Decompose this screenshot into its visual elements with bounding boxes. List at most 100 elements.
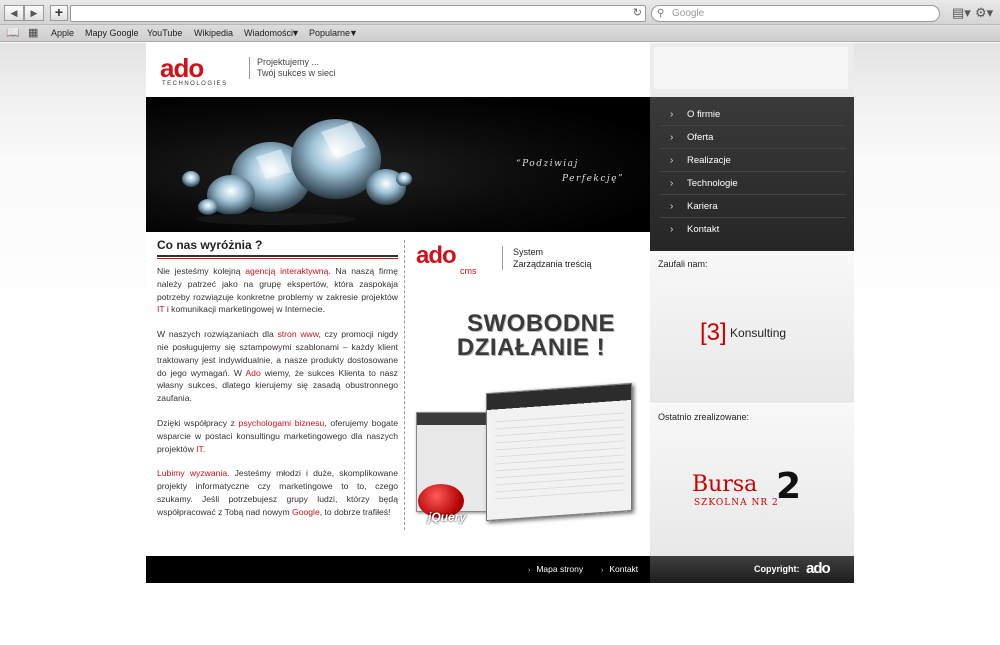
bookmarks-bar: 📖 ▦ Apple Mapy Google YouTube Wikipedia … (0, 25, 1000, 42)
copyright-label: Copyright: (754, 564, 800, 574)
footer-copyright: Copyright: ado (650, 556, 854, 583)
logo-text: ado (160, 53, 204, 83)
page-menu-icon[interactable]: ▤▾ (952, 5, 971, 21)
trusted-title: Zaufali nam: (658, 259, 708, 269)
bursa-logo[interactable]: Bursa SZKOLNA NR 2 2 (692, 466, 822, 522)
slogan-line-2: DZIAŁANIE ! (456, 334, 606, 361)
bookmark-youtube[interactable]: YouTube (147, 28, 182, 38)
jquery-label: jQuery (428, 510, 467, 524)
site-footer: › Mapa strony › Kontakt (146, 556, 650, 583)
bursa-subtitle: SZKOLNA NR 2 (694, 498, 779, 508)
footer-link-contact[interactable]: › Kontakt (601, 564, 638, 574)
paragraph-3: Dzięki współpracy z psychologami biznesu… (157, 417, 398, 454)
sidebar: Zaufali nam: [3] Konsulting Ostatnio zre… (650, 251, 854, 556)
header-right-box (654, 47, 848, 89)
konsulting-number: [3] (700, 319, 727, 346)
main-nav: › O firmie › Oferta › Realizacje › Technolog… (650, 97, 854, 251)
bookmark-wiadomosci[interactable]: Wiadomości (244, 28, 293, 38)
website: ado TECHNOLOGIES Projektujemy ... Twój s… (146, 43, 854, 583)
konsulting-name: Konsulting (730, 326, 787, 340)
diamonds-banner: “Podziwiaj Perfekcję” (146, 97, 650, 232)
about-column: Co nas wyróżnia ? Nie jesteśmy kolejną a… (157, 238, 398, 519)
chevron-right-icon: › (670, 109, 674, 120)
link-lubimy-wyzwania[interactable]: Lubimy wyzwania (157, 468, 227, 478)
banner-quote-line-2: Perfekcję” (562, 174, 625, 184)
trusted-section: Zaufali nam: [3] Konsulting (650, 251, 854, 403)
nav-label: O firmie (687, 109, 721, 120)
bookmark-mapy-google[interactable]: Mapy Google (85, 28, 139, 38)
nav-label: Kontakt (687, 224, 720, 235)
reload-icon[interactable]: ↻ (633, 6, 642, 21)
nav-label: Oferta (687, 132, 714, 143)
link-agencja[interactable]: agencją interaktywną (245, 266, 328, 276)
tagline-line-2: Twój sukces w sieci (257, 68, 336, 78)
footer-link-sitemap[interactable]: › Mapa strony (528, 564, 583, 574)
bookmark-apple[interactable]: Apple (51, 28, 74, 38)
nav-item-kariera[interactable]: › Kariera (660, 195, 846, 218)
column-divider (404, 240, 405, 530)
section-title: Co nas wyróżnia ? (157, 238, 398, 259)
bookmark-wikipedia[interactable]: Wikipedia (194, 28, 233, 38)
bookmark-popularne[interactable]: Popularne (309, 28, 350, 38)
bursa-name: Bursa (692, 472, 758, 497)
logo-subtitle: TECHNOLOGIES (162, 81, 228, 87)
back-button[interactable]: ◀ (4, 5, 24, 21)
link-ado[interactable]: Ado (245, 368, 260, 378)
banner-quote-line-1: “Podziwiaj (516, 159, 579, 169)
cms-system-label: System Zarządzania treścią (502, 246, 592, 270)
nav-label: Realizacje (687, 155, 731, 166)
recent-title: Ostatnio zrealizowane: (658, 412, 750, 422)
new-tab-button[interactable]: + (50, 5, 68, 21)
tagline-line-1: Projektujemy ... (257, 57, 320, 67)
paragraph-2: W naszych rozwiązaniach dla stron www, c… (157, 329, 398, 404)
header-right-panel (650, 43, 854, 97)
chevron-right-icon: › (670, 155, 674, 166)
link-it[interactable]: IT (196, 444, 203, 454)
address-bar[interactable]: ↻ (70, 5, 646, 22)
slogan-line-1: SWOBODNE (467, 310, 615, 337)
cms-screenshots: jQuery (416, 382, 636, 528)
screenshot-large (486, 382, 632, 522)
link-google[interactable]: Google (292, 507, 320, 517)
chevron-right-icon: › (670, 178, 674, 189)
grid-icon[interactable]: ▦ (28, 26, 38, 39)
gear-icon[interactable]: ⚙▾ (975, 5, 993, 21)
paragraph-4: Lubimy wyzwania. Jesteśmy młodzi i duże,… (157, 468, 398, 517)
forward-button[interactable]: ▶ (24, 5, 44, 21)
cms-logo-text: ado (416, 242, 457, 269)
konsulting-logo[interactable]: [3] Konsulting (700, 319, 786, 347)
bullet-icon: › (601, 567, 604, 574)
chevron-down-icon[interactable]: ▼ (349, 28, 358, 38)
nav-item-technologie[interactable]: › Technologie (660, 172, 846, 195)
recent-section: Ostatnio zrealizowane: Bursa SZKOLNA NR … (650, 404, 854, 556)
nav-item-o-firmie[interactable]: › O firmie (660, 103, 846, 126)
chevron-down-icon[interactable]: ▼ (291, 28, 300, 38)
copyright-logo: ado (806, 560, 831, 577)
nav-item-oferta[interactable]: › Oferta (660, 126, 846, 149)
cms-slogan: SWOBODNE DZIAŁANIE ! (426, 312, 636, 360)
chevron-right-icon: › (670, 132, 674, 143)
paragraph-1: Nie jesteśmy kolejną agencją interaktywn… (157, 266, 398, 315)
link-strony-www[interactable]: stron www (278, 329, 319, 339)
main-content: Co nas wyróżnia ? Nie jesteśmy kolejną a… (146, 232, 650, 556)
search-placeholder: Google (672, 8, 705, 19)
link-psychologami[interactable]: psychologami biznesu (239, 418, 325, 428)
browser-toolbar: ◀ ▶ + ↻ ⚲ Google ▤▾ ⚙▾ (0, 0, 1000, 25)
tagline: Projektujemy ... Twój sukces w sieci (249, 57, 336, 79)
chevron-right-icon: › (670, 201, 674, 212)
search-icon: ⚲ (657, 8, 665, 19)
cms-promo[interactable]: ado cms System Zarządzania treścią SWOBO… (412, 238, 648, 548)
site-header: ado TECHNOLOGIES Projektujemy ... Twój s… (146, 43, 650, 97)
footer-link-label: Mapa strony (536, 564, 584, 574)
cms-system-line-1: System (513, 247, 544, 257)
cms-system-line-2: Zarządzania treścią (513, 259, 592, 269)
nav-item-realizacje[interactable]: › Realizacje (660, 149, 846, 172)
nav-item-kontakt[interactable]: › Kontakt (660, 218, 846, 241)
ado-cms-logo: ado cms (416, 242, 477, 277)
footer-link-label: Kontakt (609, 564, 639, 574)
book-icon[interactable]: 📖 (6, 26, 20, 39)
banner-quote: “Podziwiaj Perfekcję” (516, 157, 624, 187)
ado-logo[interactable]: ado TECHNOLOGIES (160, 55, 236, 91)
search-input[interactable]: ⚲ Google (651, 5, 940, 22)
bullet-icon: › (528, 567, 531, 574)
